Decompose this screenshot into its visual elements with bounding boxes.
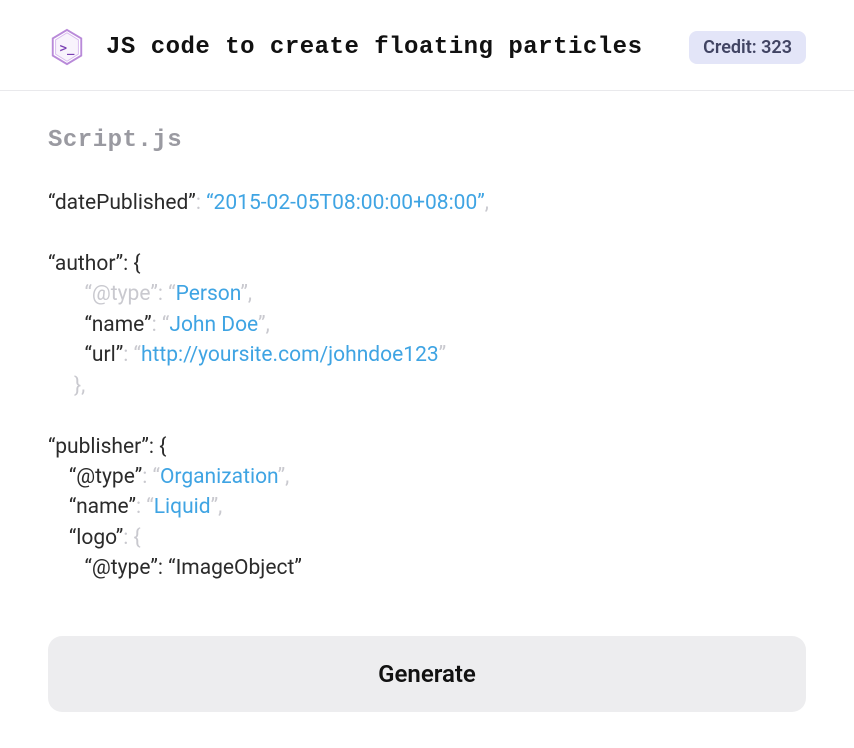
code-quote: ” — [258, 313, 266, 337]
code-key: “name” — [84, 313, 151, 337]
code-comma: , — [248, 282, 252, 306]
code-comma: , — [485, 191, 489, 215]
code-key: “name” — [69, 495, 136, 519]
code-colon: : — [152, 313, 162, 337]
code-value: Person — [176, 282, 241, 306]
header: >_ JS code to create floating particles … — [0, 0, 854, 91]
code-line: “name”: “Liquid”, — [48, 492, 806, 522]
code-colon: : — [158, 282, 168, 306]
code-line: “author”: { — [48, 249, 806, 279]
code-colon: : — [123, 343, 133, 367]
credit-badge: Credit: 323 — [689, 31, 806, 64]
code-key: “@type” — [69, 465, 142, 489]
code-colon: : — [123, 526, 133, 550]
code-colon: : — [136, 495, 146, 519]
code-line: “@type”: “ImageObject” — [48, 553, 806, 583]
generate-button[interactable]: Generate — [48, 636, 806, 712]
code-comma: , — [285, 465, 289, 489]
script-filename: Script.js — [48, 127, 806, 154]
content-area: Script.js “datePublished”: “2015-02-05T0… — [0, 91, 854, 712]
code-key: “@type” — [84, 556, 157, 580]
code-brace: { — [134, 526, 141, 550]
code-key: “author” — [48, 252, 123, 276]
code-quote: ” — [240, 282, 248, 306]
code-line: “datePublished”: “2015-02-05T08:00:00+08… — [48, 188, 806, 218]
code-colon: : — [142, 465, 152, 489]
code-value: “ImageObject” — [168, 556, 302, 580]
code-line: }, — [48, 371, 806, 401]
code-value: “2015-02-05T08:00:00+08:00” — [206, 191, 485, 215]
code-quote: ” — [211, 495, 219, 519]
code-value: Liquid — [154, 495, 211, 519]
code-key: “url” — [84, 343, 123, 367]
code-quote: “ — [134, 343, 141, 367]
code-key: “publisher” — [48, 435, 149, 459]
code-line: “@type”: “Person”, — [48, 279, 806, 309]
code-key: “@type” — [84, 282, 157, 306]
svg-text:>_: >_ — [60, 41, 75, 56]
code-value: John Doe — [169, 313, 258, 337]
code-block: “datePublished”: “2015-02-05T08:00:00+08… — [48, 188, 806, 584]
code-quote: “ — [168, 282, 175, 306]
code-quote: “ — [153, 465, 160, 489]
code-colon: : — [196, 191, 206, 215]
code-line: “@type”: “Organization”, — [48, 462, 806, 492]
code-comma: , — [266, 313, 270, 337]
code-line: “url”: “http://yoursite.com/johndoe123” — [48, 340, 806, 370]
code-blank-line — [48, 218, 806, 248]
code-key: “datePublished” — [48, 191, 196, 215]
code-blank-line — [48, 401, 806, 431]
code-comma: , — [218, 495, 222, 519]
code-quote: ” — [439, 343, 447, 367]
header-left: >_ JS code to create floating particles — [48, 28, 642, 66]
code-line: “publisher”: { — [48, 432, 806, 462]
code-quote: ” — [278, 465, 286, 489]
code-line: “logo”: { — [48, 523, 806, 553]
app-logo-icon: >_ — [48, 28, 86, 66]
code-line: “name”: “John Doe”, — [48, 310, 806, 340]
code-key: “logo” — [69, 526, 123, 550]
code-quote: “ — [146, 495, 153, 519]
code-value: Organization — [160, 465, 278, 489]
page-title: JS code to create floating particles — [106, 34, 642, 61]
code-value: http://yoursite.com/johndoe123 — [141, 343, 439, 367]
